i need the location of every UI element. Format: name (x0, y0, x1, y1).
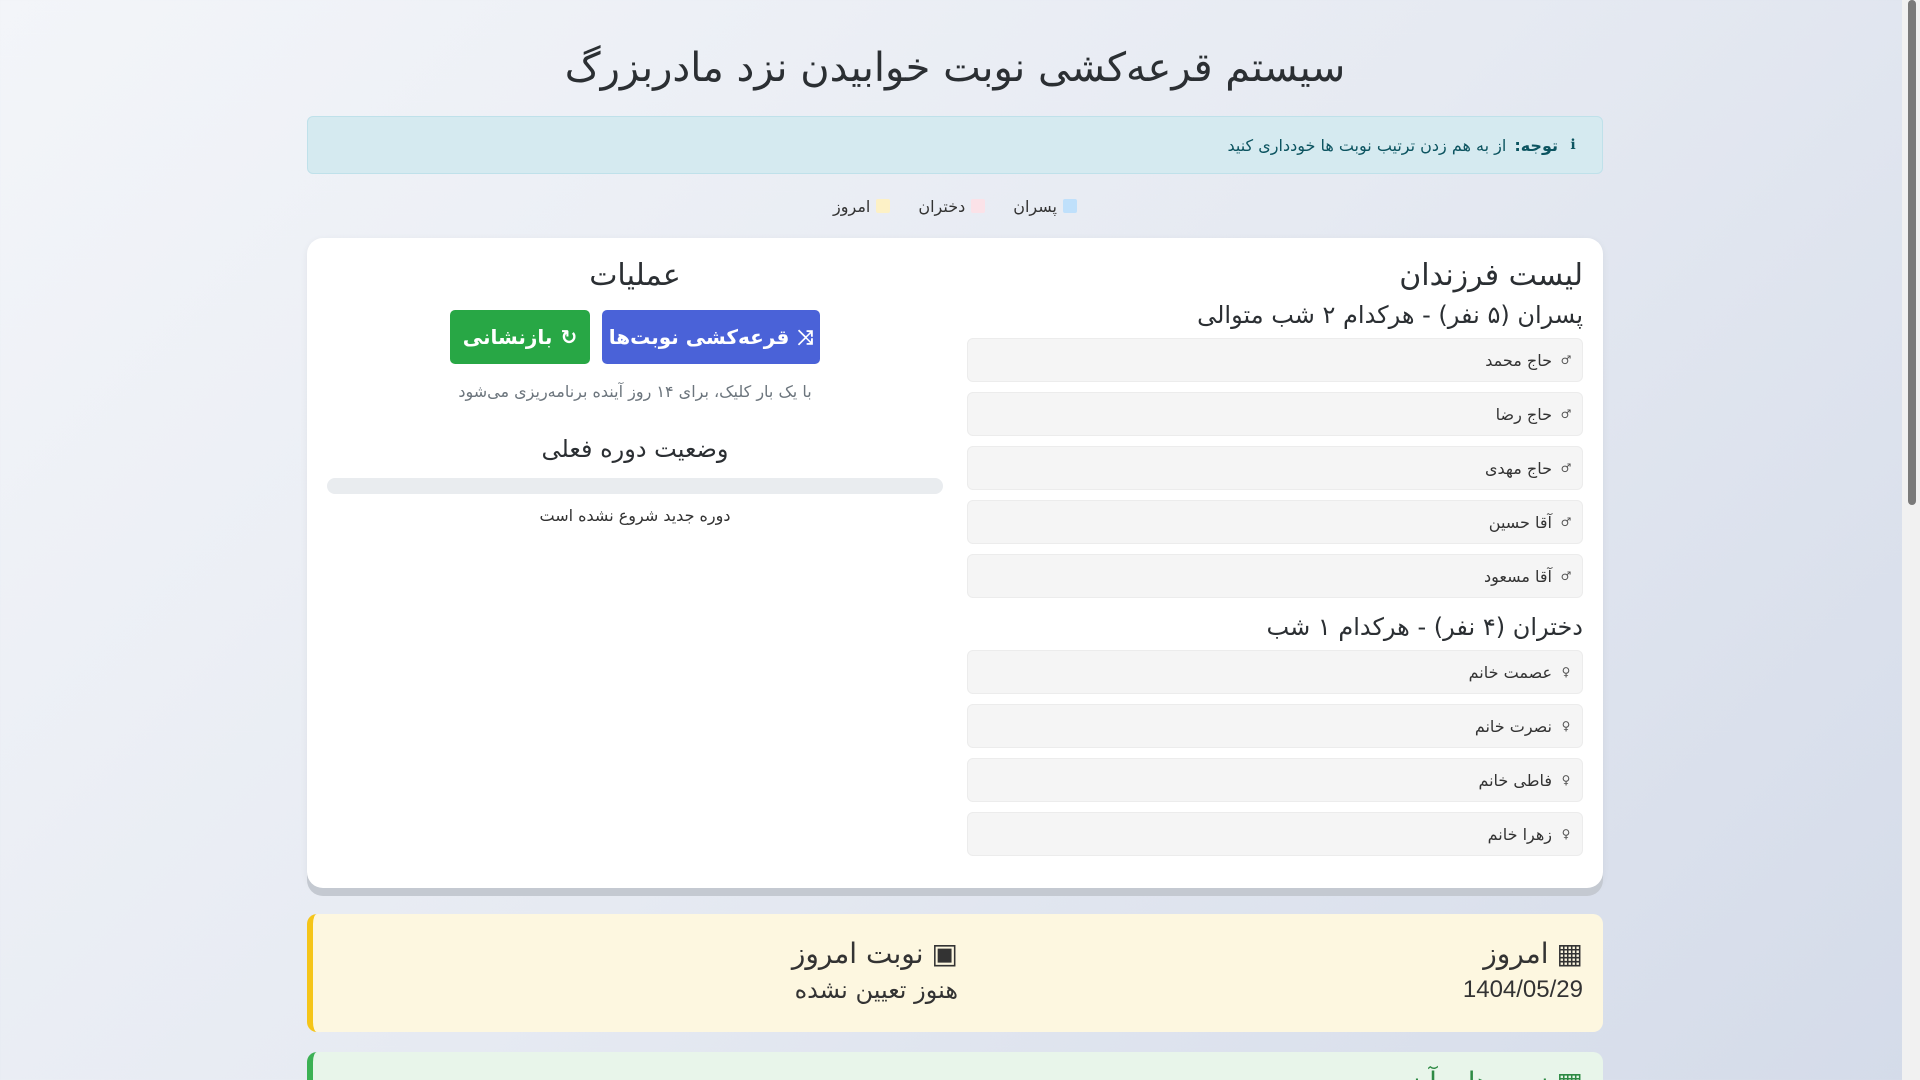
girls-title: دختران (۴ نفر) - هرکدام ۱ شب (1266, 613, 1583, 641)
list-item[interactable]: ♂ آقا مسعود (967, 554, 1583, 598)
legend-label: دختران (918, 196, 966, 216)
bed-icon: ▣ (931, 937, 958, 970)
female-icon: ♀ (1561, 773, 1571, 787)
cycle-progress-bar (327, 478, 943, 494)
list-item[interactable]: ♀ فاطی خانم (967, 758, 1583, 802)
legend-swatch-boys (1062, 199, 1077, 213)
kid-name: زهرا خانم (1487, 824, 1552, 844)
boys-title: پسران (۵ نفر) - هرکدام ۲ شب متوالی (1197, 301, 1583, 329)
shuffle-icon: ⤨ (797, 325, 814, 349)
draw-button-label: قرعه‌کشی نوبت‌ها (608, 325, 790, 349)
status-title: وضعیت دوره فعلی (541, 435, 729, 463)
today-date-col: ▦ امروز 1404/05/29 (958, 936, 1583, 1032)
kid-name: حاج رضا (1495, 404, 1552, 424)
page-title: سیستم قرعه‌کشی نوبت خوابیدن نزد مادربزرگ (564, 45, 1346, 91)
male-icon: ♂ (1560, 461, 1572, 475)
kids-title: لیست فرزندان (1399, 258, 1583, 293)
operations-column: عملیات ⤨ قرعه‌کشی نوبت‌ها ↻ بازنشانی با … (327, 256, 943, 870)
redo-icon: ↻ (560, 325, 578, 349)
calendar-icon: ▦ (1556, 937, 1583, 970)
info-icon: ℹ (1570, 137, 1576, 153)
hint-text: با یک بار کلیک، برای ۱۴ روز آینده برنامه… (458, 382, 812, 401)
legend: پسران دختران امروز (307, 194, 1603, 218)
notice-alert: ℹ توجه: از به هم زدن ترتیب نوبت ها خوددا… (307, 116, 1603, 174)
list-item[interactable]: ♂ حاج مهدی (967, 446, 1583, 490)
reset-button-label: بازنشانی (462, 325, 553, 349)
future-label-text: نوبت‌های آینده (1383, 1066, 1548, 1080)
list-item[interactable]: ♀ زهرا خانم (967, 812, 1583, 856)
list-item[interactable]: ♂ حاج رضا (967, 392, 1583, 436)
legend-item-today: امروز (833, 196, 891, 216)
male-icon: ♂ (1560, 353, 1572, 367)
today-label-text: امروز (1483, 937, 1549, 970)
list-item[interactable]: ♀ عصمت خانم (967, 650, 1583, 694)
male-icon: ♂ (1560, 569, 1572, 583)
kid-name: حاج محمد (1485, 350, 1552, 370)
turn-label: ▣ نوبت امروز (333, 936, 958, 972)
legend-swatch-today (876, 199, 891, 213)
kid-name: حاج مهدی (1484, 458, 1552, 478)
legend-item-girls: دختران (918, 196, 986, 216)
scrollbar[interactable] (1902, 0, 1920, 1080)
today-label: ▦ امروز (958, 936, 1583, 972)
today-card: ▦ امروز 1404/05/29 ▣ نوبت امروز هنوز تعی… (307, 914, 1603, 1032)
kid-name: نصرت خانم (1474, 716, 1552, 736)
ops-title: عملیات (589, 258, 681, 293)
future-label: ▦ نوبت‌های آینده (333, 1066, 1583, 1080)
male-icon: ♂ (1560, 407, 1572, 421)
legend-label: پسران (1013, 196, 1057, 216)
draw-button[interactable]: ⤨ قرعه‌کشی نوبت‌ها (602, 310, 820, 364)
kid-name: فاطی خانم (1478, 770, 1552, 790)
turn-value: هنوز تعیین نشده (794, 976, 958, 1004)
alert-bold: توجه: (1514, 135, 1558, 155)
button-row: ⤨ قرعه‌کشی نوبت‌ها ↻ بازنشانی (327, 310, 943, 364)
kid-name: عصمت خانم (1468, 662, 1552, 682)
calendar-check-icon: ▦ (1557, 1066, 1583, 1080)
legend-swatch-girls (971, 199, 986, 213)
kid-name: آقا حسین (1488, 512, 1552, 532)
female-icon: ♀ (1561, 719, 1571, 733)
list-item[interactable]: ♂ حاج محمد (967, 338, 1583, 382)
today-date: 1404/05/29 (1462, 976, 1583, 1003)
today-turn-col: ▣ نوبت امروز هنوز تعیین نشده (333, 936, 958, 1032)
alert-text: از به هم زدن ترتیب نوبت ها خودداری کنید (1227, 135, 1507, 155)
turn-label-text: نوبت امروز (791, 937, 924, 970)
male-icon: ♂ (1560, 515, 1572, 529)
status-text: دوره جدید شروع نشده است (539, 506, 731, 525)
legend-label: امروز (833, 196, 871, 216)
legend-item-boys: پسران (1013, 197, 1077, 216)
future-card: ▦ نوبت‌های آینده (307, 1052, 1603, 1080)
list-item[interactable]: ♂ آقا حسین (967, 500, 1583, 544)
reset-button[interactable]: ↻ بازنشانی (450, 310, 590, 364)
kid-name: آقا مسعود (1483, 566, 1552, 586)
page-container: سیستم قرعه‌کشی نوبت خوابیدن نزد مادربزرگ… (307, 0, 1603, 1080)
female-icon: ♀ (1561, 665, 1571, 679)
list-item[interactable]: ♀ نصرت خانم (967, 704, 1583, 748)
scrollbar-thumb[interactable] (1908, 0, 1916, 505)
kids-column: لیست فرزندان پسران (۵ نفر) - هرکدام ۲ شب… (967, 256, 1583, 870)
main-card: لیست فرزندان پسران (۵ نفر) - هرکدام ۲ شب… (307, 238, 1603, 888)
female-icon: ♀ (1561, 827, 1571, 841)
